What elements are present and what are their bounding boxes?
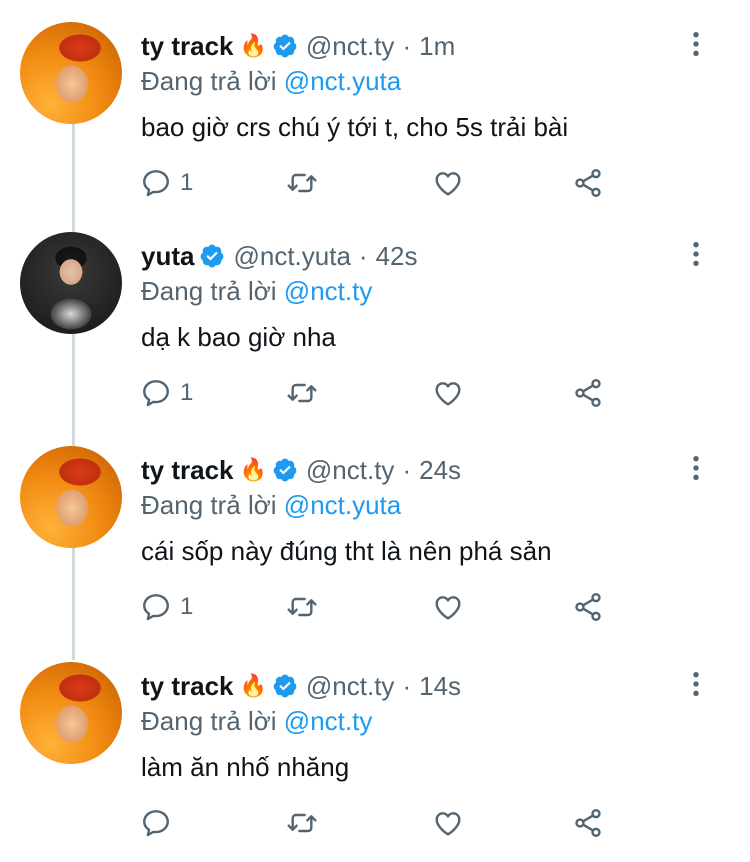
share-icon	[575, 593, 601, 621]
retweet-icon	[287, 173, 317, 193]
reply-button[interactable]: 1	[140, 590, 193, 624]
tweet-text: bao giờ crs chú ý tới t, cho 5s trải bài	[141, 112, 569, 142]
ty-avatar[interactable]	[20, 662, 122, 764]
tweet-2[interactable]: yuta @nct.yuta · 42s Đang trả lời @nct.t…	[0, 210, 750, 424]
tweet-text: làm ăn nhố nhăng	[141, 752, 350, 782]
tweet-header: ty track 🔥 @nct.ty · 24s	[141, 452, 461, 488]
share-button[interactable]	[572, 590, 604, 624]
share-button[interactable]	[572, 376, 604, 410]
display-name[interactable]: ty track	[141, 455, 234, 486]
like-button[interactable]	[432, 806, 464, 840]
ty-avatar[interactable]	[20, 446, 122, 548]
timestamp[interactable]: 14s	[419, 671, 461, 702]
tweet-actions: 1	[140, 166, 620, 200]
verified-badge-icon	[273, 458, 297, 482]
reply-count: 1	[180, 593, 194, 620]
replying-to-label: Đang trả lời	[141, 276, 277, 306]
reply-icon	[143, 594, 169, 621]
tweet-text: dạ k bao giờ nha	[141, 322, 336, 352]
user-handle[interactable]: @nct.yuta	[233, 241, 350, 272]
display-name[interactable]: yuta	[141, 241, 194, 272]
retweet-button[interactable]	[286, 166, 318, 200]
replying-to-handle[interactable]: @nct.yuta	[284, 66, 401, 96]
reply-icon	[143, 810, 169, 837]
replying-to-handle[interactable]: @nct.ty	[284, 276, 373, 306]
user-handle[interactable]: @nct.ty	[306, 31, 395, 62]
heart-icon	[435, 382, 461, 406]
replying-to: Đang trả lời @nct.yuta	[141, 66, 401, 97]
tweet-1[interactable]: ty track 🔥 @nct.ty · 1m Đang trả lời @nc…	[0, 0, 750, 214]
replying-to-label: Đang trả lời	[141, 706, 277, 736]
replying-to-handle[interactable]: @nct.ty	[284, 706, 373, 736]
share-button[interactable]	[572, 166, 604, 200]
reply-button[interactable]: 1	[140, 376, 193, 410]
timestamp[interactable]: 1m	[419, 31, 455, 62]
verified-badge-icon	[273, 34, 297, 58]
more-options-icon[interactable]	[682, 670, 710, 698]
replying-to-label: Đang trả lời	[141, 66, 277, 96]
reply-button[interactable]: 1	[140, 166, 193, 200]
verified-badge-icon	[201, 244, 224, 268]
tweet-text: cái sốp này đúng tht là nên phá sản	[141, 536, 552, 566]
fire-emoji: 🔥	[239, 457, 267, 482]
timestamp[interactable]: 24s	[419, 455, 461, 486]
replying-to: Đang trả lời @nct.yuta	[141, 490, 401, 521]
separator-dot: ·	[402, 30, 412, 61]
tweet-actions	[140, 806, 620, 840]
separator-dot: ·	[358, 240, 368, 271]
replying-to-label: Đang trả lời	[141, 490, 277, 520]
timestamp[interactable]: 42s	[376, 241, 418, 272]
retweet-icon	[287, 813, 317, 833]
reply-count: 1	[180, 169, 194, 196]
tweet-header: ty track 🔥 @nct.ty · 1m	[141, 28, 455, 64]
replying-to: Đang trả lời @nct.ty	[141, 706, 372, 737]
share-icon	[575, 809, 601, 837]
heart-icon	[435, 596, 461, 620]
replying-to-handle[interactable]: @nct.yuta	[284, 490, 401, 520]
tweet-3[interactable]: ty track 🔥 @nct.ty · 24s Đang trả lời @n…	[0, 424, 750, 638]
reply-button[interactable]	[140, 806, 180, 840]
tweet-header: ty track 🔥 @nct.ty · 14s	[141, 668, 461, 704]
retweet-icon	[287, 597, 317, 617]
display-name[interactable]: ty track	[141, 671, 234, 702]
tweet-actions: 1	[140, 376, 620, 410]
verified-badge-icon	[273, 674, 297, 698]
more-options-icon[interactable]	[682, 240, 710, 268]
retweet-button[interactable]	[286, 590, 318, 624]
share-button[interactable]	[572, 806, 604, 840]
reply-icon	[143, 380, 169, 407]
fire-emoji: 🔥	[239, 673, 267, 698]
separator-dot: ·	[402, 670, 412, 701]
retweet-button[interactable]	[286, 806, 318, 840]
fire-emoji: 🔥	[239, 33, 267, 58]
share-icon	[575, 379, 601, 407]
like-button[interactable]	[432, 166, 464, 200]
tweet-actions: 1	[140, 590, 620, 624]
reply-icon	[143, 170, 169, 197]
share-icon	[575, 169, 601, 197]
retweet-icon	[287, 383, 317, 403]
tweet-header: yuta @nct.yuta · 42s	[141, 238, 418, 274]
replying-to: Đang trả lời @nct.ty	[141, 276, 372, 307]
yuta-avatar[interactable]	[20, 232, 122, 334]
user-handle[interactable]: @nct.ty	[306, 455, 395, 486]
more-options-icon[interactable]	[682, 454, 710, 482]
like-button[interactable]	[432, 376, 464, 410]
retweet-button[interactable]	[286, 376, 318, 410]
ty-avatar[interactable]	[20, 22, 122, 124]
like-button[interactable]	[432, 590, 464, 624]
heart-icon	[435, 172, 461, 196]
separator-dot: ·	[402, 454, 412, 485]
reply-count: 1	[180, 379, 194, 406]
user-handle[interactable]: @nct.ty	[306, 671, 395, 702]
more-options-icon[interactable]	[682, 30, 710, 58]
display-name[interactable]: ty track	[141, 31, 234, 62]
heart-icon	[435, 812, 461, 836]
tweet-4[interactable]: ty track 🔥 @nct.ty · 14s Đang trả lời @n…	[0, 640, 750, 854]
